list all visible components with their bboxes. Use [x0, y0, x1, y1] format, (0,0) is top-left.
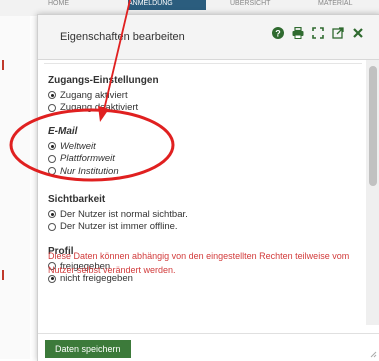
section-title: Sichtbarkeit: [48, 194, 106, 205]
radio-label: Nur Institution: [60, 165, 119, 177]
visibility-section: Sichtbarkeit Der Nutzer ist normal sicht…: [48, 194, 188, 233]
radio-button[interactable]: [48, 91, 56, 100]
background-marker: [2, 270, 4, 280]
radio-label: Plattformweit: [60, 153, 115, 165]
radio-label: Weltweit: [60, 140, 96, 152]
radio-button[interactable]: [48, 142, 56, 151]
dialog-scroll-area[interactable]: Zugangs-Einstellungen Zugang aktiviert Z…: [38, 60, 379, 325]
radio-label: Der Nutzer ist normal sichtbar.: [60, 208, 188, 220]
expand-icon[interactable]: [312, 27, 324, 39]
save-data-button[interactable]: Daten speichern: [45, 340, 131, 358]
radio-email-worldwide[interactable]: Weltweit: [48, 140, 119, 153]
radio-button[interactable]: [48, 210, 56, 219]
popout-icon[interactable]: [332, 27, 344, 39]
section-title: E-Mail: [48, 126, 78, 137]
section-title: Zugangs-Einstellungen: [48, 75, 159, 86]
radio-button[interactable]: [48, 103, 56, 112]
radio-email-institution[interactable]: Nur Institution: [48, 165, 119, 178]
radio-offline[interactable]: Der Nutzer ist immer offline.: [48, 221, 188, 234]
email-section: E-Mail Weltweit Plattformweit Nur Instit…: [48, 126, 119, 178]
svg-text:?: ?: [275, 28, 281, 38]
access-settings-section: Zugangs-Einstellungen Zugang aktiviert Z…: [48, 75, 159, 114]
resize-handle-icon[interactable]: [369, 350, 377, 358]
permissions-notice: Diese Daten können abhängig von den eing…: [48, 251, 350, 275]
dialog-scrollbar[interactable]: [366, 60, 379, 325]
background-sidebar: [0, 16, 30, 359]
dialog-title: Eigenschaften bearbeiten: [60, 31, 185, 43]
radio-button[interactable]: [48, 222, 56, 231]
background-marker: [2, 60, 4, 70]
print-icon[interactable]: [292, 27, 304, 39]
radio-email-platform[interactable]: Plattformweit: [48, 153, 119, 166]
dialog-toolbar: ?: [272, 27, 364, 39]
help-icon[interactable]: ?: [272, 27, 284, 39]
radio-visible[interactable]: Der Nutzer ist normal sichtbar.: [48, 208, 188, 221]
background-tab[interactable]: MATERIAL: [318, 0, 353, 10]
radio-button[interactable]: [48, 167, 56, 176]
radio-label: Der Nutzer ist immer offline.: [60, 221, 178, 233]
scrollbar-thumb[interactable]: [369, 66, 377, 186]
background-tab[interactable]: ÜBERSICHT: [230, 0, 270, 10]
radio-label: Zugang aktiviert: [60, 89, 128, 101]
dialog-header: Eigenschaften bearbeiten ?: [38, 15, 379, 60]
radio-label: Zugang deaktiviert: [60, 102, 139, 114]
radio-access-disabled[interactable]: Zugang deaktiviert: [48, 102, 159, 115]
close-icon[interactable]: [352, 27, 364, 39]
dialog-footer: Daten speichern: [38, 333, 379, 361]
edit-properties-dialog: Eigenschaften bearbeiten ? Zugangs-Einst…: [37, 14, 379, 361]
divider: [44, 60, 362, 64]
background-tab[interactable]: HOME: [48, 0, 69, 10]
radio-button[interactable]: [48, 154, 56, 163]
radio-access-enabled[interactable]: Zugang aktiviert: [48, 89, 159, 102]
background-tab-active[interactable]: ANMELDUNG: [128, 0, 206, 10]
